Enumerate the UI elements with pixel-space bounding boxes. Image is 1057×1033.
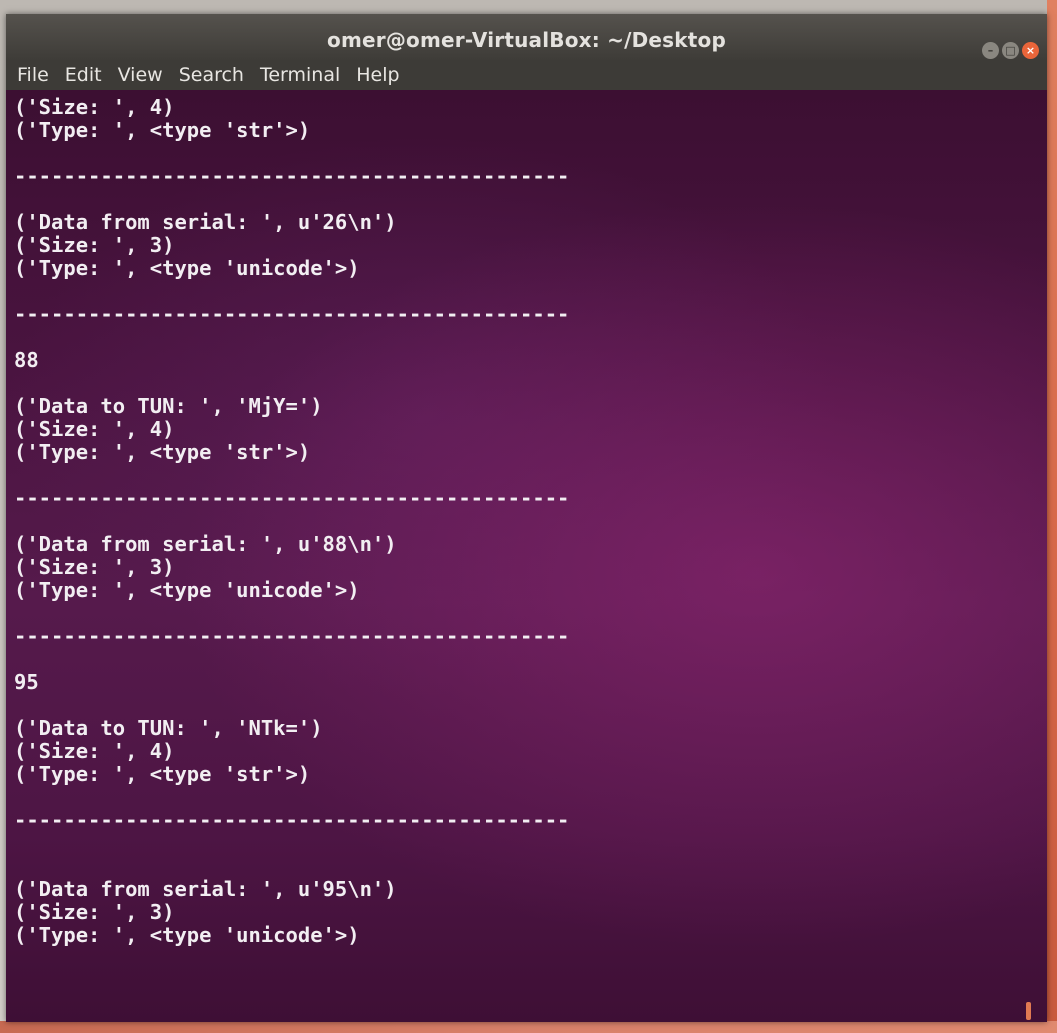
minimize-icon: – [987,44,994,57]
terminal-line: ('Type: ', <type 'str'>) [14,118,311,142]
minimize-button[interactable]: – [982,42,999,59]
terminal-line: ('Size: ', 4) [14,417,175,441]
separator-line: ----------------------------------------… [14,624,570,648]
terminal-scrollbar[interactable] [1026,1002,1031,1020]
terminal-line: ('Size: ', 3) [14,555,175,579]
menu-view[interactable]: View [111,62,170,88]
close-button[interactable]: × [1022,42,1039,59]
close-icon: × [1025,44,1036,57]
terminal-line: ('Type: ', <type 'str'>) [14,762,311,786]
screen-edge-bottom [0,1021,1057,1033]
terminal-line: ('Type: ', <type 'unicode'>) [14,578,360,602]
terminal-line: ('Data from serial: ', u'26\n') [14,210,397,234]
terminal-line: 88 [14,348,39,372]
menu-help[interactable]: Help [349,62,406,88]
terminal-line: ('Type: ', <type 'str'>) [14,440,311,464]
maximize-icon: □ [1005,44,1016,57]
menu-edit[interactable]: Edit [58,62,109,88]
terminal-line: ('Type: ', <type 'unicode'>) [14,923,360,947]
terminal-line: ('Size: ', 4) [14,739,175,763]
window-titlebar[interactable]: omer@omer-VirtualBox: ~/Desktop – □ × [6,14,1047,60]
menu-terminal[interactable]: Terminal [253,62,347,88]
window-title: omer@omer-VirtualBox: ~/Desktop [327,28,726,52]
terminal-window: omer@omer-VirtualBox: ~/Desktop – □ × Fi… [6,14,1047,1022]
separator-line: ----------------------------------------… [14,486,570,510]
terminal-line: 95 [14,670,39,694]
separator-line: ----------------------------------------… [14,164,570,188]
terminal-output[interactable]: ('Size: ', 4) ('Type: ', <type 'str'>) ---… [6,90,1047,1022]
separator-line: ----------------------------------------… [14,302,570,326]
terminal-line: ('Data to TUN: ', 'NTk=') [14,716,323,740]
menu-search[interactable]: Search [172,62,251,88]
menu-file[interactable]: File [10,62,56,88]
terminal-line: ('Size: ', 3) [14,900,175,924]
screen-edge-right [1047,0,1057,1033]
terminal-line: ('Data from serial: ', u'88\n') [14,532,397,556]
window-controls: – □ × [982,42,1039,59]
terminal-line: ('Type: ', <type 'unicode'>) [14,256,360,280]
terminal-line: ('Size: ', 3) [14,233,175,257]
menu-bar: File Edit View Search Terminal Help [6,60,1047,90]
maximize-button[interactable]: □ [1002,42,1019,59]
terminal-line: ('Size: ', 4) [14,95,175,119]
terminal-line: ('Data to TUN: ', 'MjY=') [14,394,323,418]
separator-line: ----------------------------------------… [14,808,570,832]
terminal-line: ('Data from serial: ', u'95\n') [14,877,397,901]
